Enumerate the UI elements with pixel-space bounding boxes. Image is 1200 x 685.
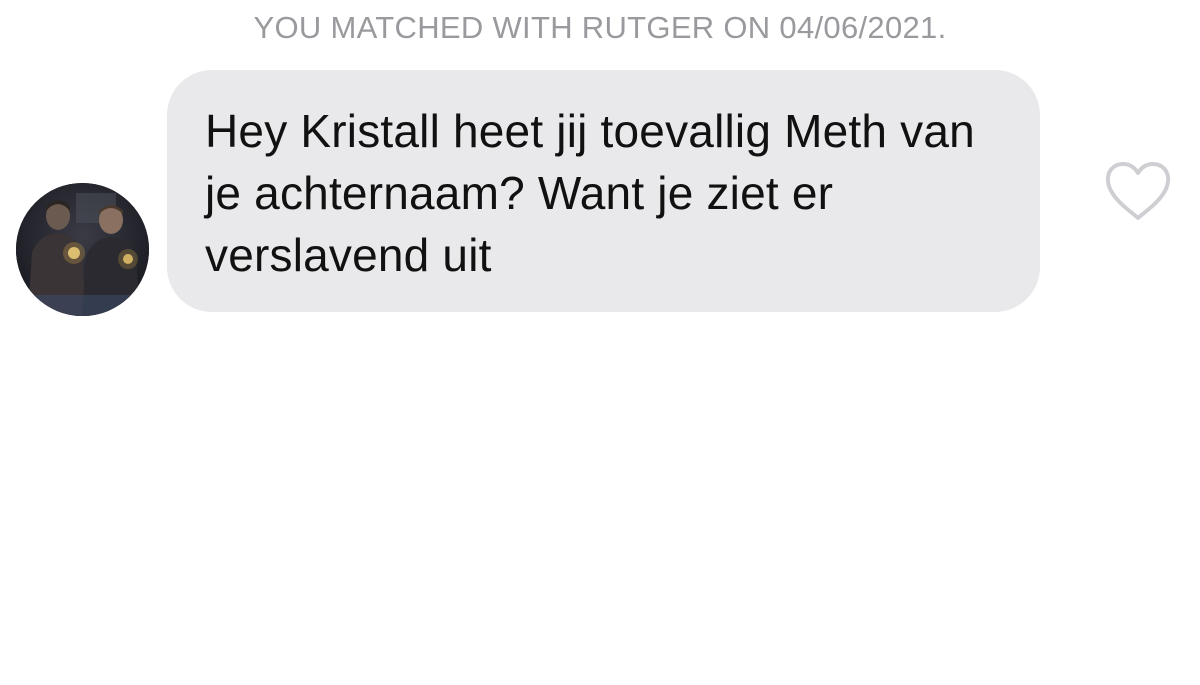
heart-outline-icon [1105, 162, 1171, 220]
like-message-button[interactable] [1103, 160, 1173, 224]
chat-thread: YOU MATCHED WITH RUTGER ON 04/06/2021. H… [0, 0, 1200, 685]
match-date-banner: YOU MATCHED WITH RUTGER ON 04/06/2021. [253, 10, 947, 45]
avatar-photo [16, 183, 149, 316]
message-bubble[interactable]: Hey Kristall heet jij toevallig Meth van… [167, 70, 1040, 312]
message-text: Hey Kristall heet jij toevallig Meth van… [205, 105, 975, 281]
sender-avatar[interactable] [16, 183, 149, 316]
